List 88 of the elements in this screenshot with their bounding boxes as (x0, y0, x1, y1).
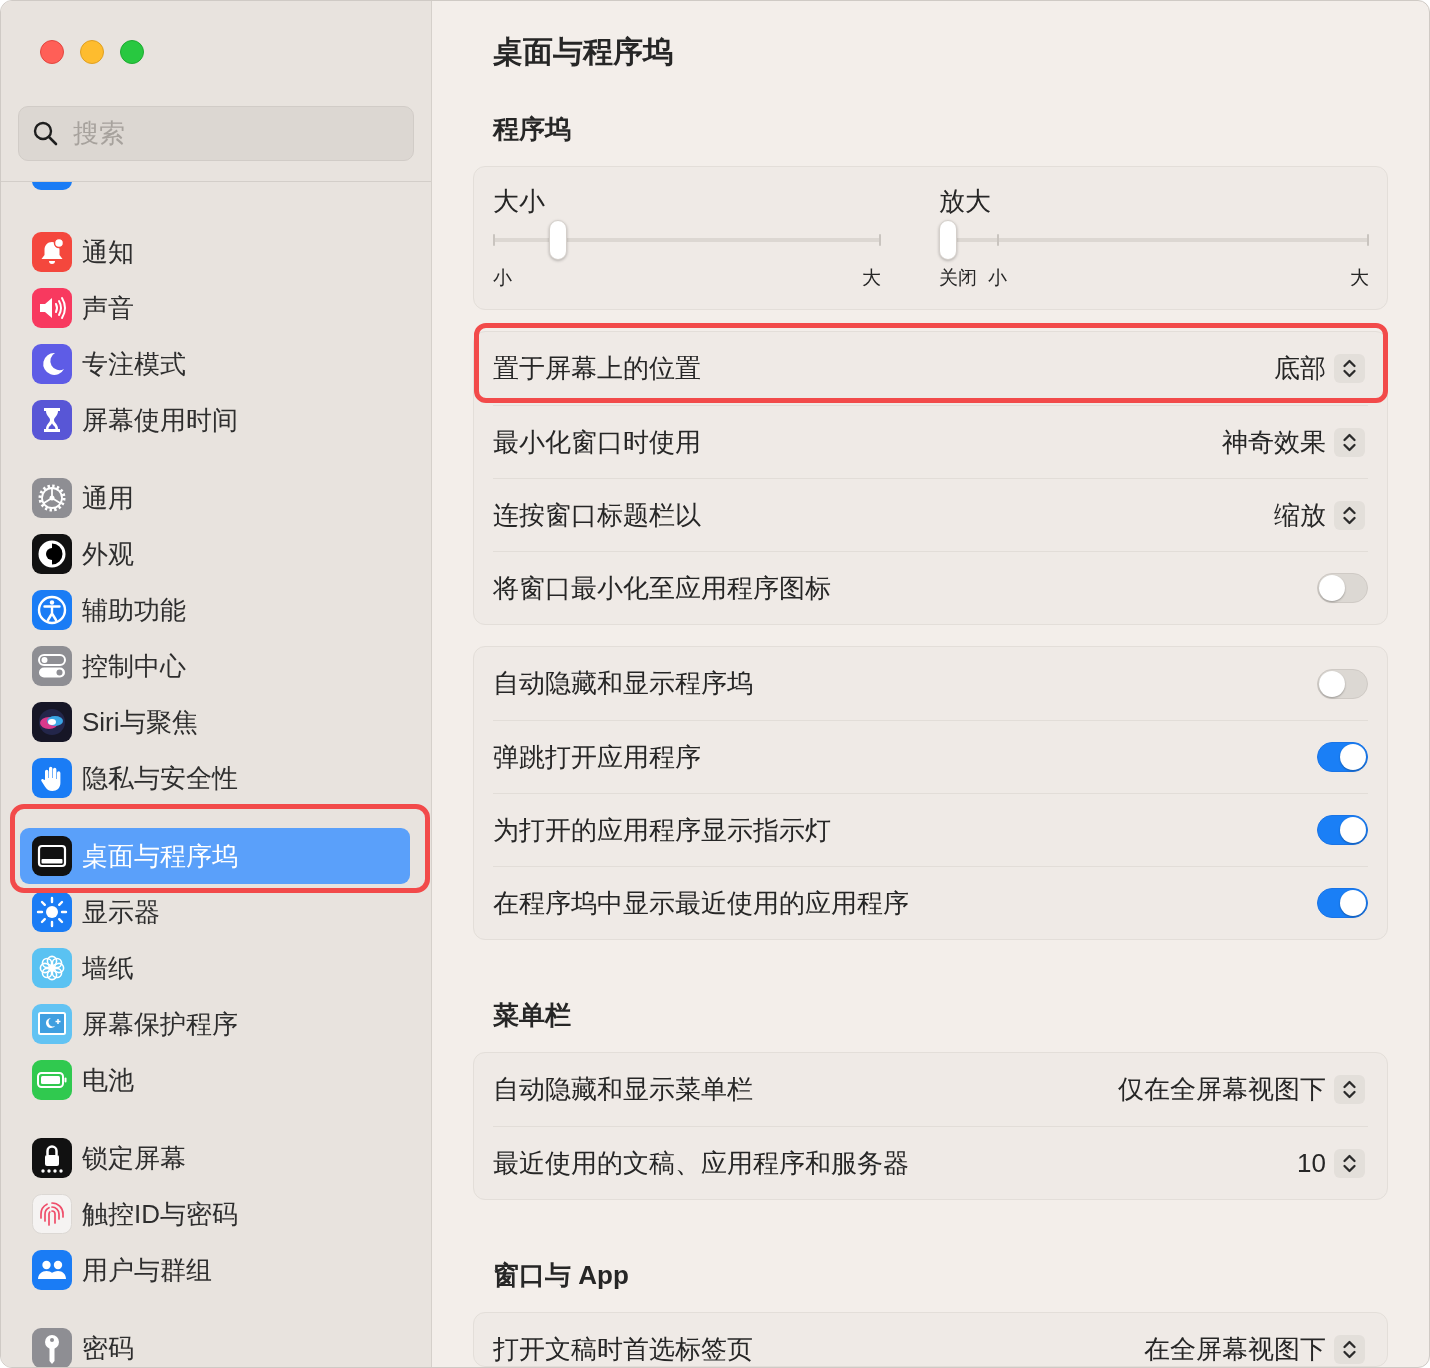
tick-mark (879, 234, 881, 246)
sidebar-item[interactable]: 屏幕保护程序 (20, 996, 410, 1052)
speaker-icon (32, 288, 72, 328)
slider-thumb[interactable] (939, 220, 957, 260)
tick-mark (493, 234, 495, 246)
hand-icon (32, 758, 72, 798)
popup-button[interactable]: 在全屏幕视图下 (1144, 1330, 1365, 1366)
section-heading: 程序坞 (493, 112, 571, 146)
slider-track[interactable] (493, 220, 881, 260)
chevron-up-down-icon (1334, 354, 1365, 383)
sidebar-item[interactable]: 密码 (20, 1320, 410, 1367)
toggle-switch[interactable] (1317, 742, 1368, 772)
setting-label: 自动隐藏和显示菜单栏 (493, 1073, 753, 1106)
sidebar-item[interactable]: 外观 (20, 526, 410, 582)
lock-icon (32, 1138, 72, 1178)
tick-mark (996, 234, 999, 246)
sun-icon (32, 892, 72, 932)
popup-button[interactable]: 10 (1297, 1143, 1365, 1183)
popup-button[interactable]: 底部 (1274, 349, 1365, 388)
moon-icon (32, 344, 72, 384)
tick-mark (1367, 234, 1369, 246)
scale-label: 小 (987, 266, 1007, 290)
screen-moon-icon (32, 1004, 72, 1044)
chevron-up-down-icon (1334, 500, 1365, 530)
hourglass-icon (32, 400, 72, 440)
scale-label: 关闭 (939, 266, 977, 290)
sidebar-item[interactable]: 电池 (20, 1052, 410, 1108)
flower-icon (32, 948, 72, 988)
section-heading: 菜单栏 (493, 998, 571, 1032)
setting-label: 自动隐藏和显示程序坞 (493, 667, 753, 700)
setting-label: 在程序坞中显示最近使用的应用程序 (493, 886, 909, 920)
minimize-button[interactable] (80, 40, 104, 64)
bell-icon (32, 232, 72, 272)
setting-label: 弹跳打开应用程序 (493, 740, 701, 774)
page-title: 桌面与程序坞 (493, 33, 673, 70)
fingerprint-icon (32, 1194, 72, 1234)
setting-label: 置于屏幕上的位置 (493, 352, 701, 385)
popup-button[interactable]: 缩放 (1274, 495, 1365, 535)
accessibility-icon (32, 590, 72, 630)
sidebar-item[interactable]: 控制中心 (20, 638, 410, 694)
toggle-switch[interactable] (1317, 888, 1368, 918)
setting-label: 最近使用的文稿、应用程序和服务器 (493, 1146, 909, 1180)
section-heading: 窗口与 App (493, 1258, 629, 1292)
close-button[interactable] (40, 40, 64, 64)
setting-label: 将窗口最小化至应用程序图标 (493, 571, 831, 605)
setting-label: 打开文稿时首选标签页 (493, 1333, 753, 1366)
slider-label: 放大 (939, 186, 992, 216)
chevron-up-down-icon (1334, 427, 1365, 457)
scale-label: 大 (862, 266, 881, 290)
slider-track[interactable] (939, 220, 1369, 260)
slider-label: 大小 (493, 186, 546, 216)
sidebar-item[interactable]: 用户与群组 (20, 1242, 410, 1298)
globe-icon (32, 182, 72, 190)
sidebar-item[interactable]: 墙纸 (20, 940, 410, 996)
chevron-up-down-icon (1334, 1335, 1365, 1364)
people-icon (32, 1250, 72, 1290)
gear-icon (32, 478, 72, 518)
sidebar-item[interactable]: 声音 (20, 280, 410, 336)
setting-label: 为打开的应用程序显示指示灯 (493, 813, 831, 847)
scale-label: 小 (493, 266, 512, 290)
scale-label: 大 (1350, 266, 1369, 290)
battery-icon (32, 1060, 72, 1100)
sidebar-item[interactable]: 通知 (20, 224, 410, 280)
setting-label: 连按窗口标题栏以 (493, 498, 701, 532)
chevron-up-down-icon (1334, 1075, 1365, 1104)
sidebar-item[interactable]: Siri与聚焦 (20, 694, 410, 750)
sidebar-item[interactable]: 隐私与安全性 (20, 750, 410, 806)
sidebar-item[interactable]: 通用 (20, 470, 410, 526)
toggle-switch[interactable] (1317, 668, 1368, 699)
slider-thumb[interactable] (548, 220, 567, 260)
toggle-switch[interactable] (1317, 573, 1368, 603)
setting-label: 最小化窗口时使用 (493, 425, 701, 459)
toggles-icon (32, 646, 72, 686)
sidebar-item[interactable]: 锁定屏幕 (20, 1130, 410, 1186)
orb-icon (32, 702, 72, 742)
chevron-up-down-icon (1334, 1148, 1365, 1178)
sidebar-item[interactable]: 专注模式 (20, 336, 410, 392)
zoom-button[interactable] (120, 40, 144, 64)
key-icon (32, 1328, 72, 1367)
sidebar-item[interactable]: 屏幕使用时间 (20, 392, 410, 448)
window-icon (32, 836, 72, 876)
popup-button[interactable]: 仅在全屏幕视图下 (1118, 1070, 1365, 1109)
sidebar-item[interactable]: 显示器 (20, 884, 410, 940)
toggle-switch[interactable] (1317, 815, 1368, 845)
popup-button[interactable]: 神奇效果 (1222, 422, 1365, 462)
sidebar-item[interactable]: 触控ID与密码 (20, 1186, 410, 1242)
search-icon (32, 120, 58, 146)
sidebar-item[interactable]: 辅助功能 (20, 582, 410, 638)
